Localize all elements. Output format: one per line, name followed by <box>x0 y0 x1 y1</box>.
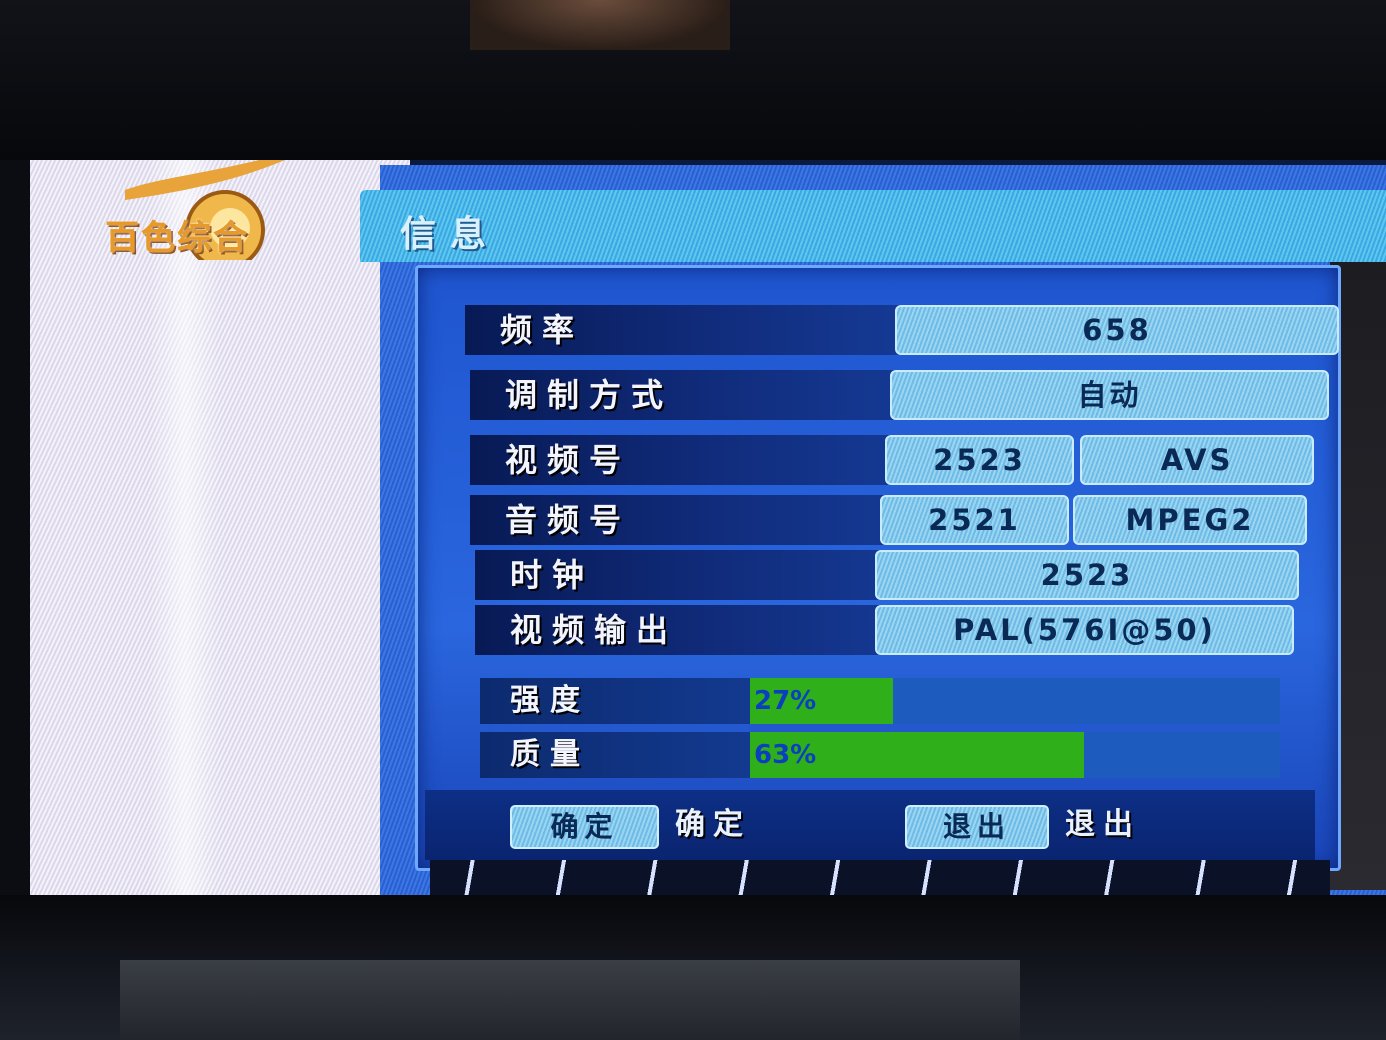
info-row-label: 频率 <box>465 305 905 355</box>
info-row-video-pid: 视频号 2523 AVS <box>470 435 1320 485</box>
info-row-modulation: 调制方式 自动 <box>470 370 1330 420</box>
signal-strength-track: 27% <box>750 678 1280 724</box>
exit-caption: 退出 <box>1065 807 1141 842</box>
channel-logo-text: 百色综合 <box>105 218 249 258</box>
info-row-label: 视频号 <box>470 435 910 485</box>
info-row-value: 658 <box>895 305 1339 355</box>
info-row-value: 2523 <box>875 550 1299 600</box>
info-row-codec: MPEG2 <box>1073 495 1307 545</box>
info-row-label: 时钟 <box>475 550 915 600</box>
signal-quality-row: 质量 63% <box>480 732 1280 778</box>
info-row-codec: AVS <box>1080 435 1314 485</box>
info-row-clock: 时钟 2523 <box>475 550 1305 600</box>
info-row-label: 视频输出 <box>475 605 915 655</box>
tv-screen: 百色综合 信息 频率 658 调制方式 自动 视频号 2523 AVS 音频号 … <box>30 160 1386 895</box>
info-row-frequency: 频率 658 <box>465 305 1345 355</box>
info-row-label: 调制方式 <box>470 370 910 420</box>
info-row-label: 音频号 <box>470 495 910 545</box>
ok-button[interactable]: 确定 <box>510 805 659 849</box>
dialog-title: 信息 <box>400 214 501 255</box>
tv-stand <box>120 960 1020 1040</box>
info-row-value: PAL(576I@50) <box>875 605 1294 655</box>
ok-caption: 确定 <box>675 807 751 842</box>
signal-quality-label: 质量 <box>480 732 750 778</box>
info-row-video-output: 视频输出 PAL(576I@50) <box>475 605 1305 655</box>
signal-strength-row: 强度 27% <box>480 678 1280 724</box>
info-row-audio-pid: 音频号 2521 MPEG2 <box>470 495 1315 545</box>
info-row-value: 2521 <box>880 495 1069 545</box>
video-background <box>30 160 410 895</box>
dialog-footer: 确定 确定 退出 退出 <box>425 790 1315 860</box>
background-object <box>470 0 730 50</box>
info-row-value: 2523 <box>885 435 1074 485</box>
info-row-value: 自动 <box>890 370 1329 420</box>
signal-quality-track: 63% <box>750 732 1280 778</box>
signal-strength-label: 强度 <box>480 678 750 724</box>
exit-button[interactable]: 退出 <box>905 805 1049 849</box>
signal-strength-value: 27% <box>754 686 817 716</box>
dialog-title-bar <box>360 190 1386 262</box>
video-background-bottom <box>430 860 1330 895</box>
signal-quality-value: 63% <box>754 740 817 770</box>
